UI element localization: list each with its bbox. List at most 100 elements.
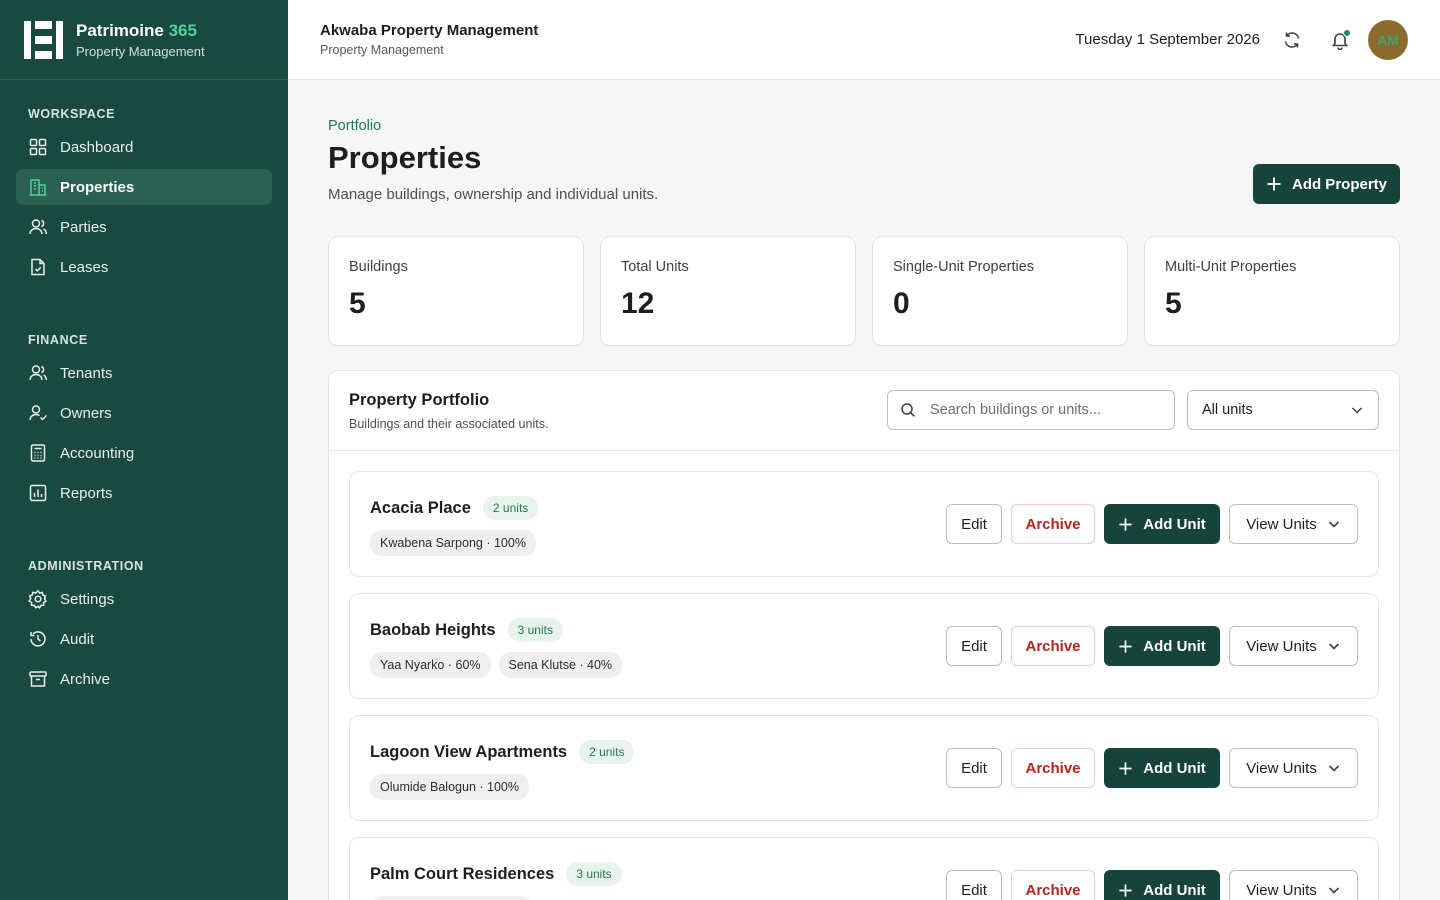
brand[interactable]: Patrimoine 365 Property Management — [0, 0, 288, 80]
notification-dot — [1343, 29, 1351, 37]
units-badge: 3 units — [507, 618, 563, 642]
nav-title: FINANCE — [28, 333, 88, 347]
nav-title: WORKSPACE — [28, 107, 116, 121]
panel-header: Property Portfolio Buildings and their a… — [329, 371, 1399, 451]
org-subtitle: Property Management — [320, 43, 444, 57]
sidebar: Patrimoine 365 Property Management WORKS… — [0, 0, 288, 900]
view-units-button[interactable]: View Units — [1229, 504, 1358, 544]
notifications-button[interactable] — [1328, 28, 1352, 52]
property-portfolio-panel: Property Portfolio Buildings and their a… — [328, 370, 1400, 900]
add-unit-button[interactable]: Add Unit — [1104, 748, 1220, 788]
view-units-button[interactable]: View Units — [1229, 626, 1358, 666]
owner-chip — [370, 896, 532, 900]
units-badge: 2 units — [482, 496, 539, 520]
plus-icon — [1118, 883, 1133, 898]
sidebar-item-audit[interactable]: Audit — [16, 621, 272, 657]
sidebar-item-owners[interactable]: Owners — [16, 395, 272, 431]
refresh-button[interactable] — [1280, 28, 1304, 52]
page-subtitle: Manage buildings, ownership and individu… — [328, 186, 659, 203]
users-icon — [28, 363, 48, 383]
archive-button[interactable]: Archive — [1011, 504, 1095, 544]
search-icon — [900, 402, 916, 418]
building-icon — [28, 177, 48, 197]
edit-button[interactable]: Edit — [946, 504, 1002, 544]
stat-value: 5 — [1165, 287, 1182, 320]
property-name: Lagoon View Apartments — [370, 742, 568, 761]
stat-card-multi-unit: Multi-Unit Properties 5 — [1144, 236, 1400, 346]
sidebar-item-settings[interactable]: Settings — [16, 581, 272, 617]
grid-icon — [28, 137, 48, 157]
document-icon — [28, 257, 48, 277]
sidebar-item-tenants[interactable]: Tenants — [16, 355, 272, 391]
nav-section-administration: ADMINISTRATION Settings Audit Archive — [0, 557, 288, 697]
stat-label: Buildings — [349, 259, 408, 275]
units-badge: 3 units — [566, 862, 622, 886]
sidebar-item-accounting[interactable]: Accounting — [16, 435, 272, 471]
nav-section-finance: FINANCE Tenants Owners Accounting Report… — [0, 331, 288, 511]
view-units-button[interactable]: View Units — [1229, 748, 1358, 788]
owner-list: Kwabena Sarpong · 100% — [370, 530, 544, 556]
owner-list: Olumide Balogun · 100% — [370, 774, 537, 800]
owner-chip: Olumide Balogun · 100% — [370, 774, 529, 800]
org-info: Akwaba Property Management Property Mana… — [320, 22, 538, 57]
edit-button[interactable]: Edit — [946, 748, 1002, 788]
chart-icon — [28, 483, 48, 503]
brand-name: Patrimoine 365 — [76, 20, 197, 40]
avatar[interactable]: AM — [1368, 20, 1408, 60]
owner-chip: Sena Klutse · 40% — [498, 652, 623, 678]
calculator-icon — [28, 443, 48, 463]
property-card-acacia-place: Acacia Place 2 units Kwabena Sarpong · 10… — [349, 471, 1379, 577]
panel-subtitle: Buildings and their associated units. — [349, 417, 549, 431]
users-icon — [28, 217, 48, 237]
sidebar-item-archive[interactable]: Archive — [16, 661, 272, 697]
stat-card-single-unit: Single-Unit Properties 0 — [872, 236, 1128, 346]
chevron-down-icon — [1350, 403, 1364, 417]
sidebar-item-reports[interactable]: Reports — [16, 475, 272, 511]
property-actions: Edit Archive Add Unit View Units — [937, 748, 1358, 788]
nav-section-workspace: WORKSPACE Dashboard Properties Parties L… — [0, 105, 288, 285]
nav-title: ADMINISTRATION — [28, 559, 144, 573]
edit-button[interactable]: Edit — [946, 626, 1002, 666]
edit-button[interactable]: Edit — [946, 870, 1002, 900]
owner-list — [370, 896, 540, 900]
owner-chip: Kwabena Sarpong · 100% — [370, 530, 536, 556]
property-card-lagoon-view: Lagoon View Apartments 2 units Olumide Ba… — [349, 715, 1379, 821]
chevron-down-icon — [1327, 639, 1341, 653]
current-date: Tuesday 1 September 2026 — [1075, 31, 1260, 48]
add-unit-button[interactable]: Add Unit — [1104, 626, 1220, 666]
search-box[interactable] — [887, 390, 1175, 430]
archive-button[interactable]: Archive — [1011, 626, 1095, 666]
breadcrumb[interactable]: Portfolio — [328, 118, 381, 134]
property-actions: Edit Archive Add Unit View Units — [937, 626, 1358, 666]
chevron-down-icon — [1327, 761, 1341, 775]
add-unit-button[interactable]: Add Unit — [1104, 870, 1220, 900]
sidebar-item-dashboard[interactable]: Dashboard — [16, 129, 272, 165]
archive-button[interactable]: Archive — [1011, 748, 1095, 788]
gear-icon — [28, 589, 48, 609]
filter-value: All units — [1202, 402, 1253, 418]
property-card-baobab-heights: Baobab Heights 3 units Yaa Nyarko · 60% S… — [349, 593, 1379, 699]
sidebar-item-leases[interactable]: Leases — [16, 249, 272, 285]
archive-button[interactable]: Archive — [1011, 870, 1095, 900]
stat-value: 0 — [893, 287, 910, 320]
units-badge: 2 units — [579, 740, 635, 764]
add-property-button[interactable]: Add Property — [1253, 164, 1400, 204]
chevron-down-icon — [1327, 517, 1341, 531]
plus-icon — [1118, 517, 1133, 532]
property-name: Baobab Heights — [370, 620, 496, 639]
units-filter-select[interactable]: All units — [1187, 390, 1379, 430]
chevron-down-icon — [1327, 883, 1341, 897]
sidebar-item-parties[interactable]: Parties — [16, 209, 272, 245]
plus-icon — [1266, 176, 1282, 192]
view-units-button[interactable]: View Units — [1229, 870, 1358, 900]
owner-chip: Yaa Nyarko · 60% — [370, 652, 491, 678]
add-unit-button[interactable]: Add Unit — [1104, 504, 1220, 544]
stat-card-total-units: Total Units 12 — [600, 236, 856, 346]
org-name: Akwaba Property Management — [320, 22, 539, 39]
stat-label: Multi-Unit Properties — [1165, 259, 1297, 275]
sidebar-item-properties[interactable]: Properties — [16, 169, 272, 205]
topbar: Akwaba Property Management Property Mana… — [288, 0, 1440, 80]
search-input[interactable] — [930, 402, 1160, 418]
property-actions: Edit Archive Add Unit View Units — [937, 870, 1358, 900]
logo-icon — [24, 20, 64, 59]
